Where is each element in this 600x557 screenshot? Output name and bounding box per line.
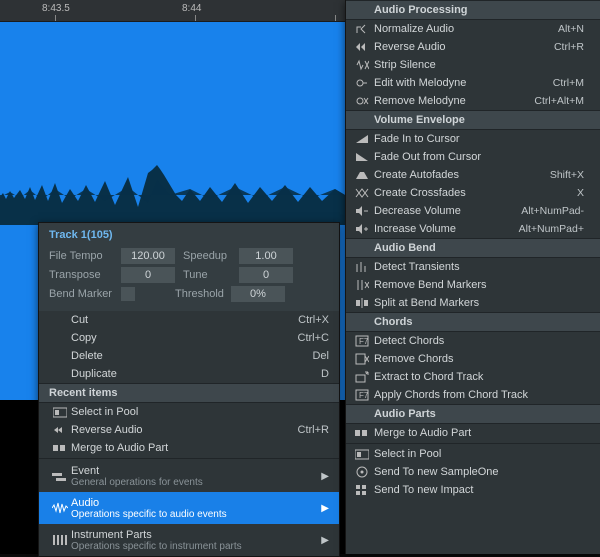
menu-detect-chords[interactable]: F7Detect Chords	[346, 332, 600, 350]
submenu-header-envelope: Volume Envelope	[346, 110, 600, 130]
menu-extract-chord-track[interactable]: Extract to Chord Track	[346, 368, 600, 386]
menu-strip-silence[interactable]: Strip Silence	[346, 56, 600, 74]
melodyne-icon	[350, 76, 374, 90]
fade-in-icon	[350, 132, 374, 146]
track-properties-panel: Track 1(105) File Tempo 120.00 Speedup 1…	[39, 223, 339, 311]
autofades-icon	[350, 168, 374, 182]
menu-normalize-audio[interactable]: Normalize AudioAlt+N	[346, 20, 600, 38]
fade-out-icon	[350, 150, 374, 164]
time-marker: 8:44	[182, 3, 201, 14]
menu-select-in-pool-2[interactable]: Select in Pool	[346, 445, 600, 463]
submenu-header-bend: Audio Bend	[346, 238, 600, 258]
remove-chords-icon	[350, 352, 374, 366]
menu-merge-audio-part[interactable]: Merge to Audio Part	[39, 439, 339, 457]
event-icon	[49, 469, 71, 483]
sampleone-icon	[350, 465, 374, 479]
extract-chords-icon	[350, 370, 374, 384]
menu-remove-melodyne[interactable]: Remove MelodyneCtrl+Alt+M	[346, 92, 600, 110]
speedup-field[interactable]: 1.00	[239, 248, 293, 264]
menu-apply-chords[interactable]: F7Apply Chords from Chord Track	[346, 386, 600, 404]
menu-cut[interactable]: CutCtrl+X	[39, 311, 339, 329]
timeline-ruler[interactable]: 8:43.5 8:44	[0, 0, 345, 22]
menu-copy[interactable]: CopyCtrl+C	[39, 329, 339, 347]
speedup-label: Speedup	[183, 250, 239, 262]
svg-text:F7: F7	[359, 391, 369, 400]
menu-fade-out[interactable]: Fade Out from Cursor	[346, 148, 600, 166]
menu-send-sampleone[interactable]: Send To new SampleOne	[346, 463, 600, 481]
bend-marker-label: Bend Marker	[49, 288, 121, 300]
tune-label: Tune	[183, 269, 239, 281]
transpose-label: Transpose	[49, 269, 121, 281]
remove-markers-icon	[350, 278, 374, 292]
crossfades-icon	[350, 186, 374, 200]
svg-text:F7: F7	[359, 337, 369, 346]
transpose-field[interactable]: 0	[121, 267, 175, 283]
menu-create-autofades[interactable]: Create AutofadesShift+X	[346, 166, 600, 184]
menu-event-submenu[interactable]: Event General operations for events ▶	[39, 460, 339, 492]
menu-remove-bend-markers[interactable]: Remove Bend Markers	[346, 276, 600, 294]
apply-chords-icon: F7	[350, 388, 374, 402]
menu-decrease-volume[interactable]: Decrease VolumeAlt+NumPad-	[346, 202, 600, 220]
menu-header-recent: Recent items	[39, 383, 339, 403]
menu-audio-submenu[interactable]: Audio Operations specific to audio event…	[39, 492, 339, 524]
audio-submenu: Audio Processing Normalize AudioAlt+N Re…	[345, 0, 600, 554]
time-marker: 8:43.5	[42, 3, 70, 14]
menu-increase-volume[interactable]: Increase VolumeAlt+NumPad+	[346, 220, 600, 238]
merge-icon	[350, 426, 374, 440]
menu-create-crossfades[interactable]: Create CrossfadesX	[346, 184, 600, 202]
volume-up-icon	[350, 222, 374, 236]
transients-icon	[350, 260, 374, 274]
menu-reverse-audio-2[interactable]: Reverse AudioCtrl+R	[346, 38, 600, 56]
menu-remove-chords[interactable]: Remove Chords	[346, 350, 600, 368]
file-tempo-field[interactable]: 120.00	[121, 248, 175, 264]
menu-select-in-pool[interactable]: Select in Pool	[39, 403, 339, 421]
menu-reverse-audio[interactable]: Reverse AudioCtrl+R	[39, 421, 339, 439]
waveform	[0, 165, 345, 225]
reverse-icon	[49, 423, 71, 437]
normalize-icon	[350, 22, 374, 36]
tune-field[interactable]: 0	[239, 267, 293, 283]
submenu-header-chords: Chords	[346, 312, 600, 332]
submenu-header-processing: Audio Processing	[346, 0, 600, 20]
detect-chords-icon: F7	[350, 334, 374, 348]
submenu-header-parts: Audio Parts	[346, 404, 600, 424]
split-icon	[350, 296, 374, 310]
menu-split-bend-markers[interactable]: Split at Bend Markers	[346, 294, 600, 312]
threshold-label: Threshold	[175, 288, 231, 300]
instrument-icon	[49, 533, 71, 547]
menu-instrument-parts-submenu[interactable]: Instrument Parts Operations specific to …	[39, 524, 339, 556]
menu-edit-melodyne[interactable]: Edit with MelodyneCtrl+M	[346, 74, 600, 92]
bend-marker-checkbox[interactable]	[121, 287, 135, 301]
merge-icon	[49, 441, 71, 455]
menu-send-impact[interactable]: Send To new Impact	[346, 481, 600, 499]
audio-wave-icon	[49, 501, 71, 515]
strip-silence-icon	[350, 58, 374, 72]
menu-duplicate[interactable]: DuplicateD	[39, 365, 339, 383]
remove-melodyne-icon	[350, 94, 374, 108]
threshold-field[interactable]: 0%	[231, 286, 285, 302]
menu-fade-in[interactable]: Fade In to Cursor	[346, 130, 600, 148]
track-title: Track 1(105)	[49, 229, 329, 241]
impact-icon	[350, 483, 374, 497]
menu-detect-transients[interactable]: Detect Transients	[346, 258, 600, 276]
file-tempo-label: File Tempo	[49, 250, 121, 262]
pool-icon	[49, 405, 71, 419]
pool-icon	[350, 447, 374, 461]
menu-merge-audio-part-2[interactable]: Merge to Audio Part	[346, 424, 600, 442]
volume-down-icon	[350, 204, 374, 218]
menu-delete[interactable]: DeleteDel	[39, 347, 339, 365]
reverse-icon	[350, 40, 374, 54]
track-context-menu: Track 1(105) File Tempo 120.00 Speedup 1…	[38, 222, 340, 557]
